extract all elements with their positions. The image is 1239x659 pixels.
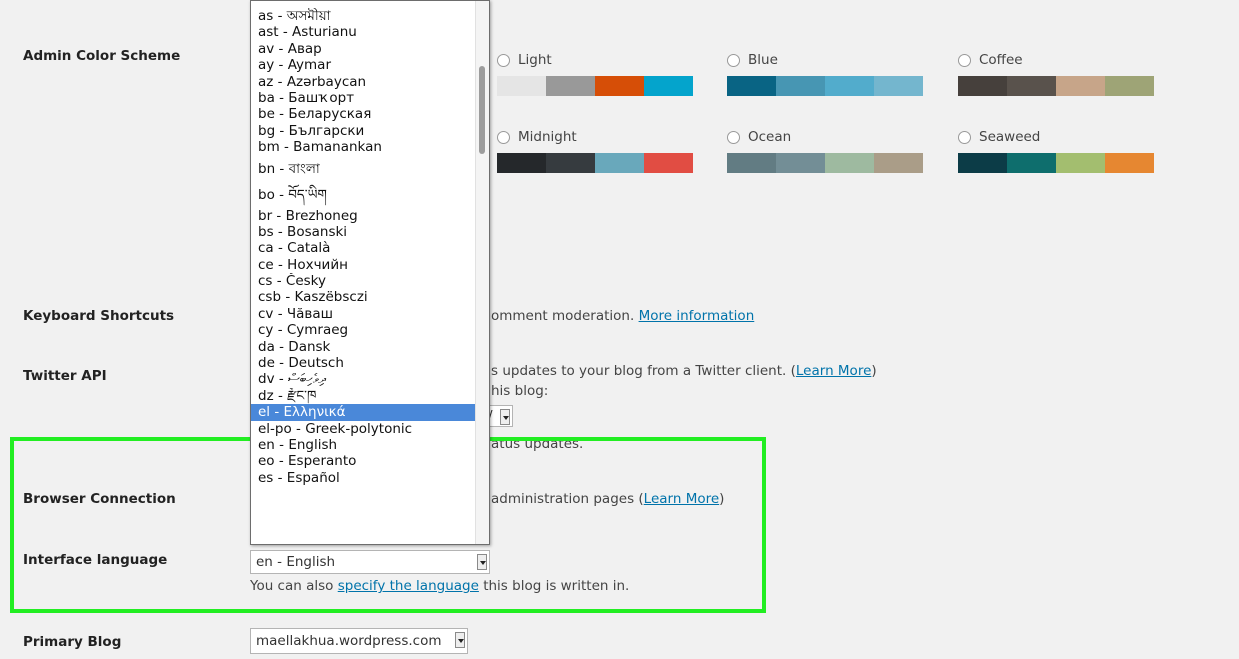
- color-swatches[interactable]: [958, 153, 1158, 173]
- color-scheme-name: Seaweed: [979, 129, 1041, 145]
- language-option[interactable]: es - Español: [251, 470, 477, 486]
- language-option[interactable]: br - Brezhoneg: [251, 208, 477, 224]
- color-swatch: [644, 153, 693, 173]
- color-swatches[interactable]: [958, 76, 1158, 96]
- color-swatch: [1007, 76, 1056, 96]
- language-option[interactable]: en - English: [251, 437, 477, 453]
- color-scheme-ocean[interactable]: Ocean: [727, 128, 927, 173]
- language-option[interactable]: el - Ελληνικά: [251, 404, 489, 421]
- color-swatches[interactable]: [727, 153, 927, 173]
- language-option[interactable]: da - Dansk: [251, 339, 477, 355]
- color-swatch: [497, 76, 546, 96]
- color-swatch: [825, 153, 874, 173]
- color-swatch: [776, 76, 825, 96]
- more-information-link[interactable]: More information: [639, 308, 755, 324]
- dropdown-scrollbar[interactable]: [475, 1, 489, 544]
- color-swatches[interactable]: [497, 76, 697, 96]
- language-option[interactable]: bg - Български: [251, 123, 477, 139]
- color-swatch: [874, 76, 923, 96]
- color-swatch: [1056, 153, 1105, 173]
- radio-icon[interactable]: [958, 130, 971, 144]
- language-option[interactable]: ba - Башҡорт: [251, 90, 477, 106]
- color-scheme-name: Blue: [748, 52, 778, 68]
- color-scheme-coffee[interactable]: Coffee: [958, 51, 1158, 96]
- color-swatch: [776, 153, 825, 173]
- twitter-paren: ): [871, 363, 877, 379]
- color-swatch: [727, 153, 776, 173]
- color-scheme-name: Light: [518, 52, 552, 68]
- color-swatch: [727, 76, 776, 96]
- primary-blog-value: maellakhua.wordpress.com: [256, 633, 442, 649]
- color-swatch: [1007, 153, 1056, 173]
- language-option[interactable]: ay - Aymar: [251, 57, 477, 73]
- color-swatch: [595, 76, 644, 96]
- color-swatch: [1056, 76, 1105, 96]
- twitter-learn-more-link[interactable]: Learn More: [796, 363, 872, 379]
- language-options: as - অসমীয়া ast - Asturianu av - Авар ay -…: [251, 8, 489, 486]
- language-option[interactable]: av - Авар: [251, 41, 477, 57]
- color-swatch: [825, 76, 874, 96]
- language-option[interactable]: ast - Asturianu: [251, 24, 477, 40]
- language-option[interactable]: bo - བོད་ཡིག: [251, 182, 477, 208]
- twitter-api-label: Twitter API: [23, 368, 107, 384]
- language-option[interactable]: dz - རྫོང་ཁ: [251, 388, 477, 404]
- color-scheme-name: Ocean: [748, 129, 792, 145]
- color-swatch: [1105, 153, 1154, 173]
- language-option[interactable]: bn - বাংলা: [251, 156, 477, 182]
- language-option[interactable]: dv - ދިވެހިބަސް: [251, 371, 477, 387]
- language-option[interactable]: cs - Česky: [251, 273, 477, 289]
- language-option[interactable]: bm - Bamanankan: [251, 139, 477, 155]
- twitter-blog-label: his blog:: [491, 383, 549, 399]
- language-dropdown-list[interactable]: as - অসমীয়া ast - Asturianu av - Авар ay -…: [250, 0, 490, 545]
- color-swatch: [958, 76, 1007, 96]
- chevron-down-icon: [455, 632, 465, 648]
- color-swatches[interactable]: [727, 76, 927, 96]
- language-option[interactable]: de - Deutsch: [251, 355, 477, 371]
- language-option[interactable]: ca - Català: [251, 240, 477, 256]
- radio-icon[interactable]: [497, 53, 510, 67]
- language-option[interactable]: bs - Bosanski: [251, 224, 477, 240]
- color-swatches[interactable]: [497, 153, 697, 173]
- radio-icon[interactable]: [727, 130, 740, 144]
- color-swatch: [546, 76, 595, 96]
- radio-icon[interactable]: [727, 53, 740, 67]
- radio-icon[interactable]: [958, 53, 971, 67]
- color-swatch: [497, 153, 546, 173]
- admin-color-scheme-label: Admin Color Scheme: [23, 48, 181, 64]
- language-option[interactable]: az - Azərbaycan: [251, 74, 477, 90]
- language-option[interactable]: el-po - Greek-polytonic: [251, 421, 477, 437]
- keyboard-shortcuts-description: omment moderation. More information: [491, 308, 754, 324]
- language-option[interactable]: eo - Esperanto: [251, 453, 477, 469]
- color-swatch: [874, 153, 923, 173]
- language-option[interactable]: cv - Чăваш: [251, 306, 477, 322]
- twitter-api-text: s updates to your blog from a Twitter cl…: [491, 363, 796, 379]
- language-option[interactable]: as - অসমীয়া: [251, 8, 477, 24]
- language-option[interactable]: be - Беларуская: [251, 106, 477, 122]
- language-option[interactable]: cy - Cymraeg: [251, 322, 477, 338]
- color-swatch: [1105, 76, 1154, 96]
- scrollbar-thumb[interactable]: [479, 66, 485, 154]
- color-swatch: [958, 153, 1007, 173]
- color-scheme-midnight[interactable]: Midnight: [497, 128, 697, 173]
- twitter-api-description: s updates to your blog from a Twitter cl…: [491, 363, 877, 379]
- language-option[interactable]: ce - Нохчийн: [251, 257, 477, 273]
- primary-blog-select[interactable]: maellakhua.wordpress.com: [250, 628, 468, 654]
- color-swatch: [595, 153, 644, 173]
- chevron-down-icon: [500, 409, 510, 425]
- twitter-blog-select[interactable]: /: [486, 405, 513, 427]
- color-scheme-blue[interactable]: Blue: [727, 51, 927, 96]
- primary-blog-label: Primary Blog: [23, 634, 122, 650]
- keyboard-shortcuts-text: omment moderation.: [491, 308, 635, 324]
- color-scheme-light[interactable]: Light: [497, 51, 697, 96]
- radio-icon[interactable]: [497, 130, 510, 144]
- language-option[interactable]: csb - Kaszëbsczi: [251, 289, 477, 305]
- color-scheme-name: Midnight: [518, 129, 577, 145]
- color-scheme-seaweed[interactable]: Seaweed: [958, 128, 1158, 173]
- keyboard-shortcuts-label: Keyboard Shortcuts: [23, 308, 175, 324]
- color-swatch: [546, 153, 595, 173]
- color-swatch: [644, 76, 693, 96]
- color-scheme-name: Coffee: [979, 52, 1023, 68]
